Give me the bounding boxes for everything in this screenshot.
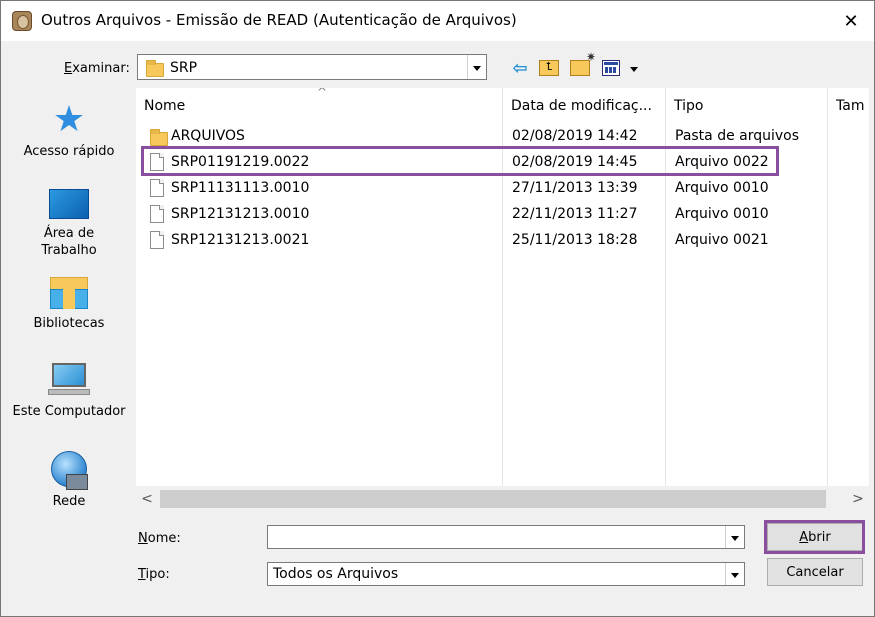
file-type: Arquivo 0010: [675, 180, 769, 196]
file-name: SRP01191219.0022: [171, 154, 310, 170]
file-modified: 25/11/2013 18:28: [512, 232, 638, 248]
file-type-label: Tipo:: [138, 567, 170, 582]
horizontal-scrollbar[interactable]: < >: [136, 486, 869, 512]
file-row[interactable]: ARQUIVOS 02/08/2019 14:42 Pasta de arqui…: [136, 124, 869, 150]
lookin-value: SRP: [170, 60, 198, 76]
star-icon: ★: [52, 99, 86, 140]
folder-icon: [146, 60, 164, 77]
file-modified: 27/11/2013 13:39: [512, 180, 638, 196]
folder-icon: [150, 129, 168, 146]
place-label: Área de: [43, 226, 95, 241]
place-label: Trabalho: [41, 243, 97, 258]
file-type: Arquivo 0022: [675, 154, 769, 170]
column-header-modified[interactable]: Data de modificaç...: [503, 88, 664, 122]
chevron-down-icon[interactable]: [725, 526, 744, 548]
scroll-right-icon[interactable]: >: [847, 486, 869, 512]
cancel-button[interactable]: Cancelar: [767, 558, 863, 586]
file-name: SRP12131213.0021: [171, 232, 310, 248]
new-folder-icon: [570, 50, 596, 76]
close-icon: ✕: [843, 10, 859, 32]
file-type: Arquivo 0010: [675, 206, 769, 222]
file-icon: [150, 231, 164, 249]
file-type-select[interactable]: Todos os Arquivos: [267, 562, 745, 586]
place-label: Este Computador: [12, 404, 126, 419]
file-modified: 02/08/2019 14:42: [512, 128, 638, 144]
view-menu-icon: [602, 60, 620, 76]
file-modified: 02/08/2019 14:45: [512, 154, 638, 170]
file-name-input[interactable]: [270, 527, 720, 547]
column-header-size[interactable]: Tam: [828, 88, 869, 122]
file-list: Nome ^ Data de modificaç... Tipo Tam ARQ…: [136, 88, 869, 512]
up-folder-icon: ⮤: [539, 60, 559, 76]
file-name-label: Nome:: [138, 531, 181, 546]
app-icon: [12, 11, 32, 31]
place-network[interactable]: Rede: [10, 449, 128, 510]
lookin-combo[interactable]: SRP: [137, 54, 487, 80]
file-row[interactable]: SRP12131213.0010 22/11/2013 11:27 Arquiv…: [136, 202, 869, 228]
scroll-thumb[interactable]: [160, 490, 826, 508]
file-type-value: Todos os Arquivos: [273, 566, 399, 582]
place-label: Bibliotecas: [33, 316, 105, 331]
place-this-pc[interactable]: Este Computador: [10, 363, 128, 420]
window-title: Outros Arquivos - Emissão de READ (Auten…: [41, 11, 517, 29]
libraries-icon: [50, 277, 88, 309]
file-icon: [150, 153, 164, 171]
file-name: ARQUIVOS: [171, 128, 245, 144]
sort-ascending-icon: ^: [317, 88, 328, 99]
network-icon: [51, 451, 88, 490]
file-name: SRP12131213.0010: [171, 206, 310, 222]
view-dropdown-arrow-icon[interactable]: [630, 67, 638, 72]
chevron-down-icon[interactable]: [467, 55, 486, 79]
file-row[interactable]: SRP12131213.0021 25/11/2013 18:28 Arquiv…: [136, 228, 869, 254]
file-open-dialog: Outros Arquivos - Emissão de READ (Auten…: [0, 0, 875, 617]
scroll-left-icon[interactable]: <: [136, 486, 158, 512]
new-folder-button[interactable]: [568, 50, 596, 80]
back-button[interactable]: ⇦: [508, 56, 532, 80]
up-folder-button[interactable]: ⮤: [537, 56, 561, 80]
place-label: Rede: [52, 494, 86, 509]
place-libraries[interactable]: Bibliotecas: [10, 277, 128, 332]
file-type: Arquivo 0021: [675, 232, 769, 248]
file-icon: [150, 205, 164, 223]
places-bar: ★ Acesso rápido Área de Trabalho Bibliot…: [10, 89, 128, 519]
back-arrow-icon: ⇦: [512, 57, 528, 79]
file-name-combo[interactable]: [267, 525, 745, 549]
close-button[interactable]: ✕: [828, 1, 874, 41]
file-row[interactable]: SRP01191219.0022 02/08/2019 14:45 Arquiv…: [136, 150, 869, 176]
file-icon: [150, 179, 164, 197]
place-quick-access[interactable]: ★ Acesso rápido: [10, 101, 128, 160]
column-header-name[interactable]: Nome ^: [136, 88, 502, 122]
computer-icon: [48, 363, 90, 399]
title-bar: Outros Arquivos - Emissão de READ (Auten…: [1, 1, 874, 41]
chevron-down-icon[interactable]: [725, 563, 744, 585]
place-label: Acesso rápido: [23, 144, 115, 159]
column-header-type[interactable]: Tipo: [666, 88, 827, 122]
desktop-icon: [49, 189, 89, 219]
place-desktop[interactable]: Área de Trabalho: [10, 189, 128, 259]
lookin-label: Examinar:: [64, 61, 130, 76]
view-menu-button[interactable]: [599, 56, 623, 80]
file-row[interactable]: SRP11131113.0010 27/11/2013 13:39 Arquiv…: [136, 176, 869, 202]
file-name: SRP11131113.0010: [171, 180, 310, 196]
file-modified: 22/11/2013 11:27: [512, 206, 638, 222]
open-button[interactable]: Abrir: [767, 523, 863, 551]
file-type: Pasta de arquivos: [675, 128, 800, 144]
